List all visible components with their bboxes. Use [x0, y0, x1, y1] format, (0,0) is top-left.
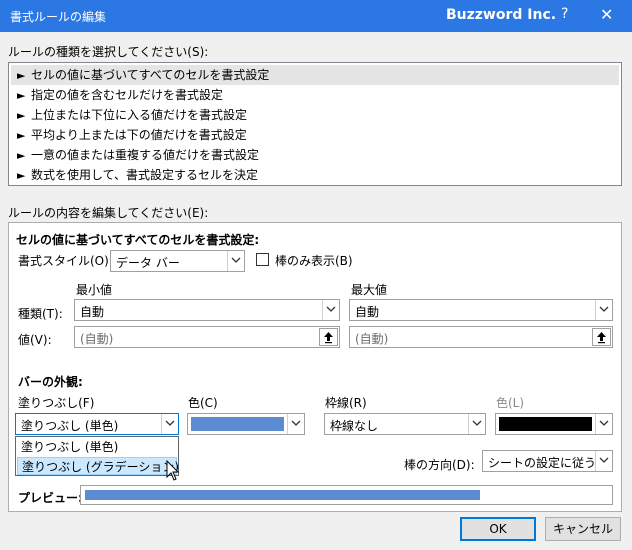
fill-color-swatch: [191, 417, 284, 431]
chevron-down-icon[interactable]: [468, 414, 485, 434]
fill-color-picker[interactable]: [187, 413, 305, 435]
arrow-icon: ►: [17, 69, 26, 82]
ok-button[interactable]: OK: [460, 517, 536, 541]
fill-option-solid[interactable]: 塗りつぶし (単色): [17, 438, 177, 456]
rule-type-list[interactable]: ► セルの値に基づいてすべてのセルを書式設定 ► 指定の値を含むセルだけを書式設定 …: [8, 62, 622, 186]
border-color-picker[interactable]: [495, 413, 613, 435]
bar-only-label: 棒のみ表示(B): [275, 254, 353, 268]
rule-type-label: ルールの種類を選択してください(S):: [8, 45, 209, 59]
preview-label: プレビュー:: [18, 491, 83, 505]
direction-label: 棒の方向(D):: [404, 458, 475, 472]
rule-description-heading: セルの値に基づいてすべてのセルを書式設定:: [16, 233, 260, 247]
rule-type-item[interactable]: ► 数式を使用して、書式設定するセルを決定: [11, 165, 619, 185]
chevron-down-icon[interactable]: [595, 300, 612, 320]
format-style-label: 書式スタイル(O):: [18, 254, 113, 268]
mouse-cursor-icon: [166, 460, 180, 481]
border-select[interactable]: 枠線なし: [324, 413, 486, 435]
rule-type-item[interactable]: ► 平均より上または下の値だけを書式設定: [11, 125, 619, 145]
cancel-button[interactable]: キャンセル: [545, 517, 621, 541]
chevron-down-icon[interactable]: [287, 414, 304, 434]
rule-type-item[interactable]: ► 上位または下位に入る値だけを書式設定: [11, 105, 619, 125]
max-value-input[interactable]: (自動): [349, 326, 613, 348]
arrow-icon: ►: [17, 129, 26, 142]
window-title: 書式ルールの編集: [10, 10, 107, 24]
rule-type-item[interactable]: ► 指定の値を含むセルだけを書式設定: [11, 85, 619, 105]
close-button[interactable]: ✕: [600, 5, 613, 24]
arrow-icon: ►: [17, 89, 26, 102]
format-style-select[interactable]: データ バー: [110, 250, 245, 272]
max-type-select[interactable]: 自動: [349, 299, 613, 321]
min-value-input[interactable]: (自動): [74, 326, 340, 348]
chevron-down-icon[interactable]: [322, 300, 339, 320]
rule-type-item[interactable]: ► セルの値に基づいてすべてのセルを書式設定: [11, 65, 619, 85]
type-label: 種類(T):: [18, 307, 63, 321]
min-label: 最小値: [76, 283, 113, 297]
edit-rule-label: ルールの内容を編集してください(E):: [8, 206, 209, 220]
min-type-select[interactable]: 自動: [74, 299, 340, 321]
title-bar: 書式ルールの編集 Buzzword Inc. ? ✕: [0, 0, 632, 32]
chevron-down-icon[interactable]: [227, 251, 244, 271]
fill-dropdown-list[interactable]: 塗りつぶし (単色) 塗りつぶし (グラデーション): [15, 436, 179, 476]
bar-appearance-heading: バーの外観:: [18, 375, 83, 389]
rule-type-item[interactable]: ► 一意の値または重複する値だけを書式設定: [11, 145, 619, 165]
arrow-icon: ►: [17, 169, 26, 182]
range-select-icon[interactable]: [592, 328, 611, 346]
max-label: 最大値: [351, 283, 388, 297]
direction-select[interactable]: シートの設定に従う: [482, 450, 613, 472]
chevron-down-icon[interactable]: [595, 451, 612, 471]
arrow-icon: ►: [17, 109, 26, 122]
fill-select[interactable]: 塗りつぶし (単色): [15, 413, 179, 435]
preview-box: [80, 485, 613, 505]
fill-color-label: 色(C): [188, 396, 218, 410]
chevron-down-icon[interactable]: [595, 414, 612, 434]
fill-option-gradient[interactable]: 塗りつぶし (グラデーション): [17, 457, 179, 475]
chevron-down-icon[interactable]: [161, 414, 178, 434]
border-label: 枠線(R): [325, 396, 367, 410]
help-button[interactable]: ?: [561, 6, 568, 22]
fill-label: 塗りつぶし(F): [18, 396, 95, 410]
preview-bar: [85, 490, 480, 500]
bar-only-checkbox[interactable]: [256, 253, 269, 266]
range-select-icon[interactable]: [319, 328, 338, 346]
brand-label: Buzzword Inc.: [446, 7, 557, 23]
arrow-icon: ►: [17, 149, 26, 162]
value-label: 値(V):: [18, 333, 52, 347]
border-color-swatch: [499, 417, 592, 431]
border-color-label: 色(L): [496, 396, 525, 410]
